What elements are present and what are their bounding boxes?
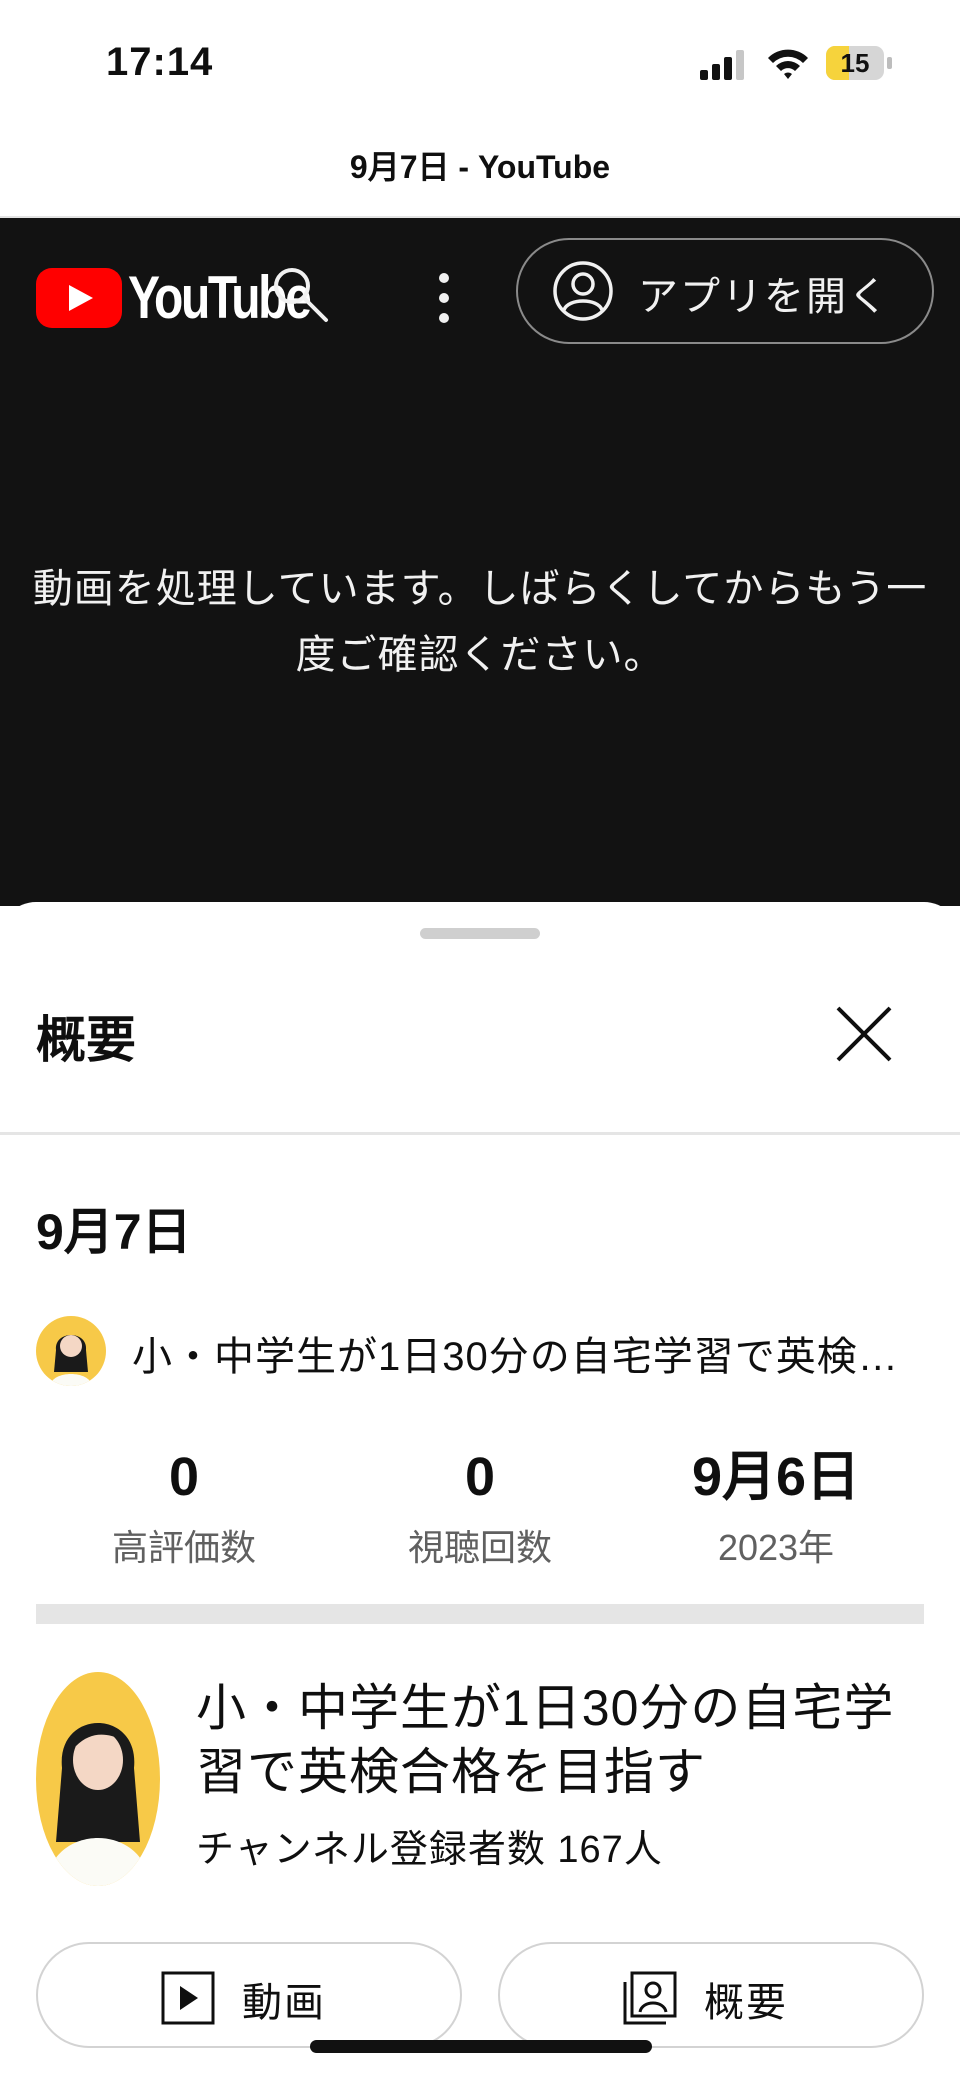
close-icon[interactable] — [826, 996, 902, 1072]
status-time: 17:14 — [106, 40, 214, 84]
about-button[interactable]: 概要 — [498, 1942, 924, 2048]
subscriber-count: チャンネル登録者数 167人 — [196, 1829, 663, 1871]
views-stat: 0 視聴回数 — [332, 1442, 628, 1572]
cellular-signal-icon — [700, 50, 744, 80]
profile-card-icon — [623, 1971, 677, 2025]
search-icon[interactable] — [268, 262, 332, 326]
channel-avatar-large[interactable] — [36, 1672, 160, 1886]
channel-line-text: 小・中学生が1日30分の自宅学習で英検合格を目指す — [132, 1335, 912, 1379]
likes-count: 0 — [168, 1447, 200, 1507]
home-indicator[interactable] — [310, 2040, 652, 2053]
panel-divider — [0, 1132, 960, 1135]
channel-buttons: 動画 概要 — [36, 1942, 924, 2050]
video-play-icon — [161, 1971, 215, 2025]
description-panel: 概要 9月7日 小・中学生が1日30分の自宅学習で英検合格を目指す 0 高評価数… — [0, 902, 960, 2079]
views-count: 0 — [464, 1447, 496, 1507]
processing-message: 動画を処理しています。しばらくしてからもう一度ご確認ください。 — [32, 567, 928, 677]
youtube-header: YouTube アプリを開く — [0, 218, 960, 366]
open-app-label: アプリを開く — [638, 275, 890, 319]
stats-divider — [36, 1604, 924, 1624]
video-title: 9月7日 — [36, 1204, 192, 1260]
page-title: 9月7日 - YouTube — [349, 149, 611, 185]
account-icon — [553, 261, 613, 321]
browser-title-bar: 9月7日 - YouTube — [0, 120, 960, 218]
channel-name: 小・中学生が1日30分の自宅学習で英検合格を目指す — [196, 1680, 895, 1800]
drag-handle[interactable] — [420, 928, 540, 939]
likes-stat: 0 高評価数 — [36, 1442, 332, 1572]
battery-icon: 15 — [826, 46, 894, 82]
videos-button-label: 動画 — [242, 1981, 326, 2025]
about-button-label: 概要 — [704, 1981, 788, 2025]
channel-row[interactable]: 小・中学生が1日30分の自宅学習で英検合格を目指す — [36, 1312, 936, 1388]
youtube-play-logo-icon — [36, 268, 122, 328]
wifi-icon — [768, 49, 808, 79]
panel-heading: 概要 — [36, 1012, 136, 1068]
likes-label: 高評価数 — [111, 1527, 256, 1568]
video-player[interactable]: 動画を処理しています。しばらくしてからもう一度ご確認ください。 — [0, 366, 960, 906]
videos-button[interactable]: 動画 — [36, 1942, 462, 2048]
more-options-icon[interactable] — [420, 268, 468, 328]
upload-date: 9月6日 — [691, 1447, 861, 1507]
channel-avatar-small[interactable] — [36, 1316, 106, 1386]
video-stats: 0 高評価数 0 視聴回数 9月6日 2023年 — [36, 1442, 924, 1602]
status-bar: 17:14 15 — [0, 0, 960, 120]
date-stat: 9月6日 2023年 — [628, 1442, 924, 1572]
channel-card[interactable]: 小・中学生が1日30分の自宅学習で英検合格を目指す チャンネル登録者数 167人 — [36, 1672, 936, 1892]
open-app-button[interactable]: アプリを開く — [516, 238, 934, 344]
views-label: 視聴回数 — [407, 1527, 552, 1568]
upload-year: 2023年 — [717, 1527, 835, 1568]
battery-level: 15 — [840, 48, 870, 78]
